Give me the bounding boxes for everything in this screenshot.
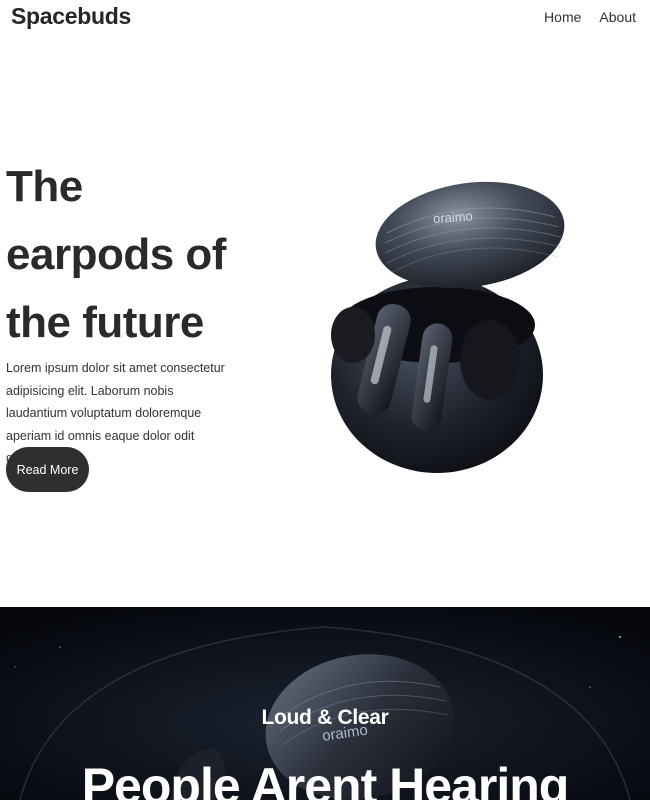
earbuds-product-image: oraimo: [331, 181, 565, 473]
hero-title-line: the future: [6, 298, 204, 347]
site-logo[interactable]: Spacebuds: [11, 3, 131, 30]
feature-section: oraimo Loud & Clear People Arent Hearing: [0, 607, 650, 800]
feature-title: People Arent Hearing: [81, 758, 570, 800]
nav-link-about[interactable]: About: [599, 9, 636, 25]
feature-subtitle: Loud & Clear: [261, 706, 389, 729]
site-header: Spacebuds Home About: [0, 0, 650, 36]
nav-link-home[interactable]: Home: [544, 9, 581, 25]
hero-title: The earpods of the future: [6, 153, 236, 357]
main-nav: Home About: [544, 9, 636, 25]
hero-title-line: The: [6, 162, 83, 211]
product-brand-text: oraimo: [433, 208, 474, 226]
read-more-button[interactable]: Read More: [6, 447, 89, 492]
hero-title-line: earpods of: [6, 230, 226, 279]
